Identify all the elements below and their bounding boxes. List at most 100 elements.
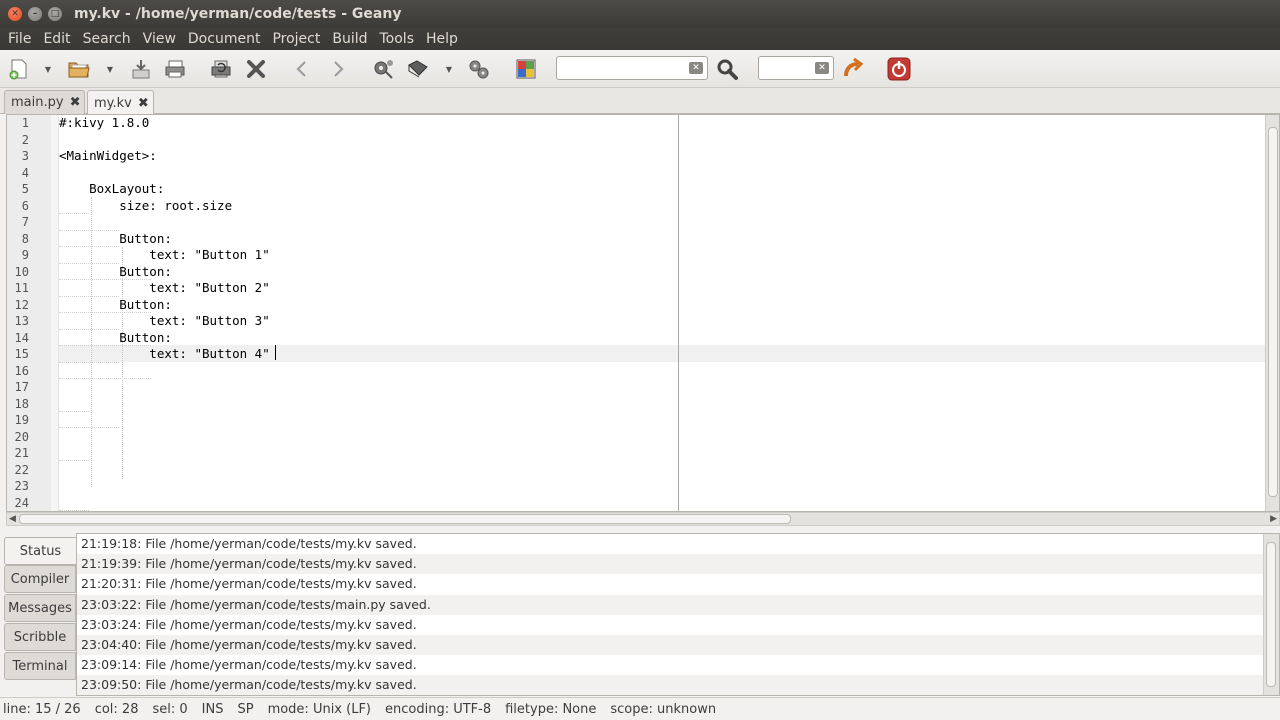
build-dropdown-icon[interactable]: ▼: [443, 62, 455, 76]
document-tab-strip: main.py ✖ my.kv ✖: [0, 88, 1280, 115]
line-number: 10: [14, 264, 29, 279]
code-line: text: "Button 4": [59, 346, 270, 361]
messages-scrollbar[interactable]: [1263, 534, 1279, 695]
run-icon[interactable]: [466, 56, 492, 82]
forward-icon[interactable]: [325, 56, 351, 82]
line-number: 22: [14, 462, 29, 477]
line-number: 23: [14, 479, 29, 493]
whitespace-marker: [59, 494, 89, 511]
goto-line-input[interactable]: ✕: [758, 56, 834, 80]
line-number: 18: [14, 396, 29, 411]
line-number: 20: [14, 429, 29, 444]
back-icon[interactable]: [289, 56, 315, 82]
new-file-icon[interactable]: [6, 56, 32, 82]
list-item[interactable]: 21:20:31: File /home/yerman/code/tests/m…: [77, 574, 1263, 594]
tab-close-icon[interactable]: ✖: [70, 95, 81, 110]
menu-view[interactable]: View: [137, 31, 182, 47]
whitespace-marker: [59, 362, 151, 379]
status-bar: line: 15 / 26 col: 28 sel: 0 INS SP mode…: [0, 697, 1280, 720]
menu-search[interactable]: Search: [77, 31, 137, 47]
editor-horizontal-scrollbar[interactable]: ◀ ▶: [6, 512, 1280, 526]
tab-compiler[interactable]: Compiler: [4, 565, 76, 593]
quit-icon[interactable]: [886, 56, 912, 82]
status-col: col: 28: [94, 701, 139, 717]
tab-main-py[interactable]: main.py ✖: [4, 90, 86, 114]
status-filetype: filetype: None: [505, 701, 597, 717]
line-number: 16: [14, 363, 29, 378]
list-item[interactable]: 21:19:18: File /home/yerman/code/tests/m…: [77, 534, 1263, 554]
jump-icon[interactable]: [840, 56, 866, 82]
line-number: 3: [21, 149, 29, 163]
status-scope: scope: unknown: [610, 701, 717, 717]
compile-icon[interactable]: [371, 56, 397, 82]
scroll-left-icon[interactable]: ◀: [9, 513, 16, 525]
tab-messages[interactable]: Messages: [4, 594, 76, 622]
window-maximize-button[interactable]: □: [48, 7, 62, 21]
search-input[interactable]: ✕: [556, 56, 708, 80]
window-titlebar: ✕ – □ my.kv - /home/yerman/code/tests - …: [0, 0, 1280, 28]
search-icon[interactable]: [714, 56, 740, 82]
revert-icon[interactable]: [208, 56, 234, 82]
color-chooser-icon[interactable]: [513, 56, 539, 82]
save-all-icon[interactable]: [162, 56, 188, 82]
menu-file[interactable]: File: [2, 31, 37, 47]
list-item[interactable]: 23:09:50: File /home/yerman/code/tests/m…: [77, 675, 1263, 695]
save-icon[interactable]: [128, 56, 154, 82]
menu-help[interactable]: Help: [420, 31, 464, 47]
line-number: 19: [14, 413, 29, 427]
editor-vertical-scrollbar[interactable]: [1265, 115, 1279, 511]
code-line: size: root.size: [59, 197, 233, 213]
list-item[interactable]: 21:19:39: File /home/yerman/code/tests/m…: [77, 554, 1263, 575]
search-clear-icon[interactable]: ✕: [689, 62, 703, 74]
menu-edit[interactable]: Edit: [37, 31, 76, 47]
window-close-button[interactable]: ✕: [8, 7, 22, 21]
list-item[interactable]: 23:03:24: File /home/yerman/code/tests/m…: [77, 615, 1263, 635]
line-number: 5: [21, 182, 29, 196]
scroll-right-icon[interactable]: ▶: [1270, 513, 1277, 525]
line-number: 14: [14, 330, 29, 345]
status-encoding: encoding: UTF-8: [385, 701, 492, 717]
status-message-list[interactable]: 21:19:18: File /home/yerman/code/tests/m…: [76, 533, 1280, 696]
list-item[interactable]: 23:04:40: File /home/yerman/code/tests/m…: [77, 635, 1263, 656]
window-title: my.kv - /home/yerman/code/tests - Geany: [74, 6, 402, 22]
status-ins: INS: [201, 701, 224, 717]
code-line: Button:: [59, 329, 172, 345]
line-number: 11: [14, 281, 29, 295]
scrollbar-thumb[interactable]: [19, 514, 791, 524]
tab-scribble[interactable]: Scribble: [4, 623, 76, 651]
menu-project[interactable]: Project: [266, 31, 326, 47]
menu-document[interactable]: Document: [182, 31, 267, 47]
tab-label: main.py: [11, 95, 64, 110]
menu-tools[interactable]: Tools: [374, 31, 421, 47]
tab-terminal[interactable]: Terminal: [4, 652, 76, 680]
status-sp: SP: [237, 701, 254, 717]
tab-status[interactable]: Status: [4, 537, 76, 565]
close-icon[interactable]: [243, 56, 269, 82]
list-item[interactable]: 23:09:14: File /home/yerman/code/tests/m…: [77, 655, 1263, 675]
line-number: 7: [21, 215, 29, 229]
tab-my-kv[interactable]: my.kv ✖: [87, 90, 154, 115]
line-number: 13: [14, 314, 29, 328]
whitespace-marker: [59, 395, 89, 412]
whitespace-marker: [59, 444, 89, 461]
code-line: Button:: [59, 296, 172, 312]
scrollbar-thumb[interactable]: [1268, 127, 1278, 497]
line-number: 8: [21, 231, 29, 246]
tab-close-icon[interactable]: ✖: [138, 96, 149, 111]
build-icon[interactable]: [405, 56, 431, 82]
line-number: 12: [14, 297, 29, 312]
menu-build[interactable]: Build: [326, 31, 373, 47]
line-number: 1: [21, 116, 29, 130]
open-file-icon[interactable]: [66, 56, 92, 82]
code-line: text: "Button 3": [59, 313, 270, 328]
code-line: text: "Button 1": [59, 247, 270, 262]
long-line-marker: [678, 115, 679, 511]
scrollbar-thumb[interactable]: [1266, 542, 1276, 687]
open-file-dropdown-icon[interactable]: ▼: [104, 62, 116, 76]
goto-clear-icon[interactable]: ✕: [815, 62, 829, 74]
tab-label: my.kv: [94, 95, 132, 111]
window-minimize-button[interactable]: –: [28, 7, 42, 21]
code-editor[interactable]: 1 2 3 4 5 6 7 8 9 10 11 12 13 14 15 16 1…: [6, 114, 1280, 512]
new-file-dropdown-icon[interactable]: ▼: [42, 62, 54, 76]
list-item[interactable]: 23:03:22: File /home/yerman/code/tests/m…: [77, 594, 1263, 615]
